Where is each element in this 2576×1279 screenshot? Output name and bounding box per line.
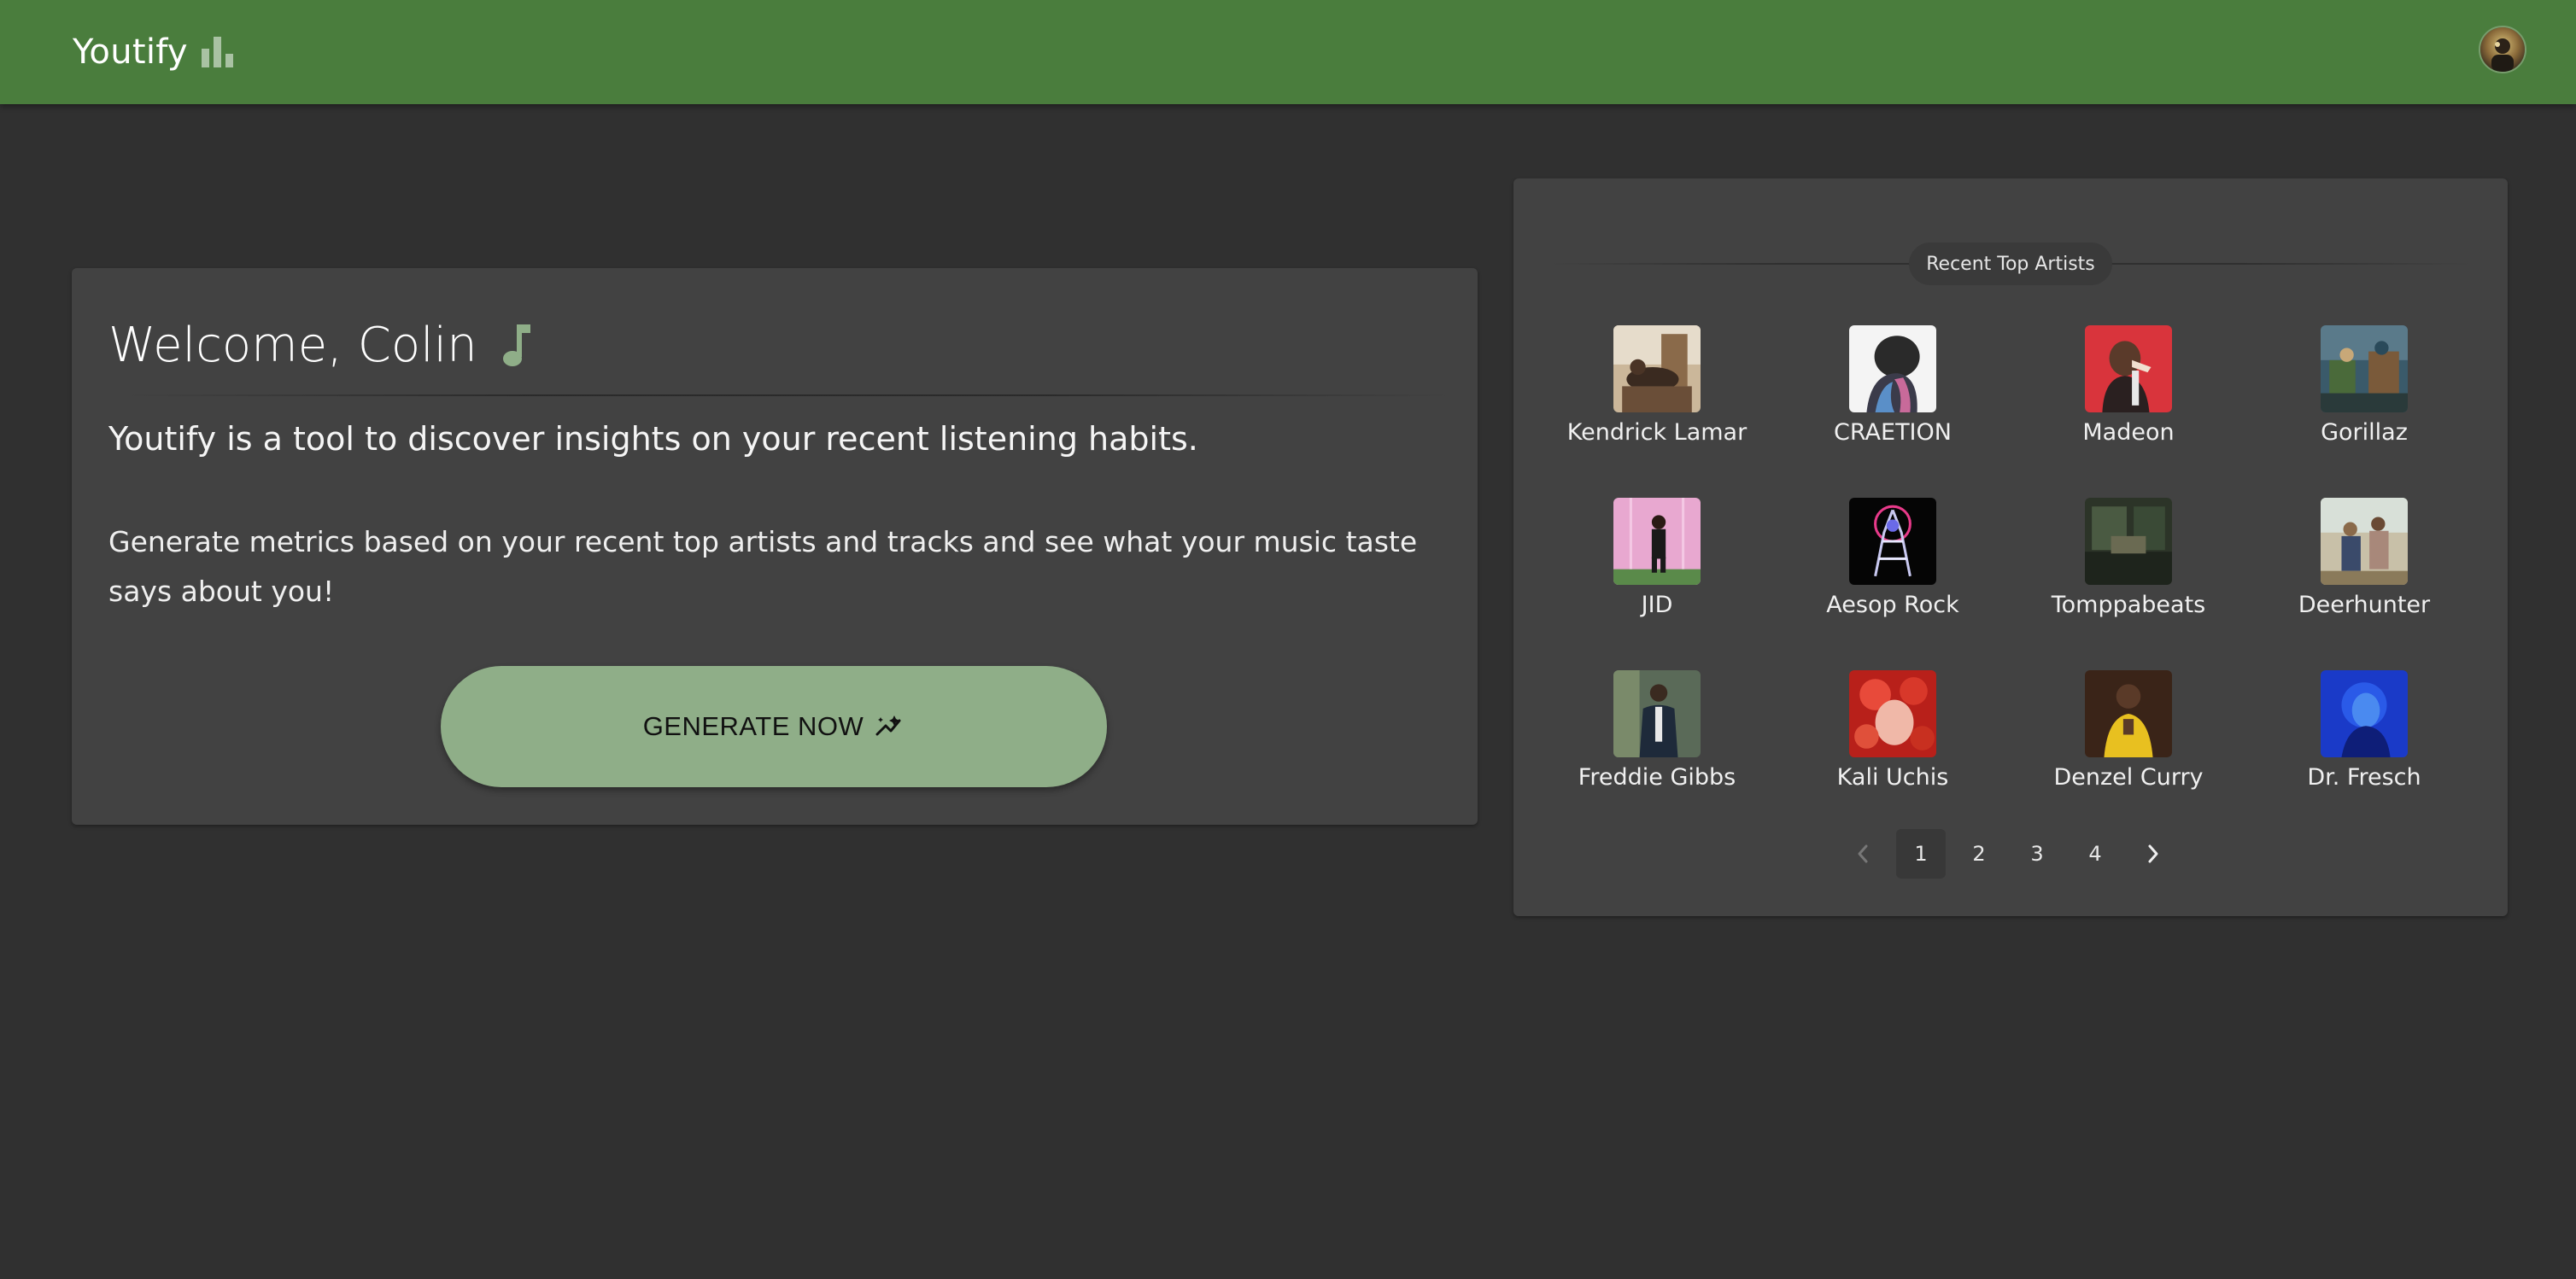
artist-item[interactable]: JID <box>1539 498 1775 670</box>
artist-grid: Kendrick Lamar CRAETION Madeon Gorillaz … <box>1539 325 2482 843</box>
music-note-icon <box>502 324 530 366</box>
next-page-button[interactable] <box>2128 829 2178 879</box>
artist-image <box>2321 325 2408 412</box>
bar-chart-icon <box>201 37 233 67</box>
chevron-right-icon <box>2148 844 2158 863</box>
artist-item[interactable]: Kali Uchis <box>1775 670 2011 843</box>
brand[interactable]: Youtify <box>73 0 234 104</box>
artist-image <box>2085 325 2172 412</box>
artist-name: Kendrick Lamar <box>1566 419 1748 446</box>
artist-name: JID <box>1641 592 1673 618</box>
chevron-left-icon <box>1858 844 1868 863</box>
artists-pagination: 1 2 3 4 <box>1838 829 2178 879</box>
generate-now-button[interactable]: GENERATE NOW <box>441 666 1107 787</box>
artist-name: Denzel Curry <box>2053 764 2204 791</box>
artist-item[interactable]: Deerhunter <box>2246 498 2482 670</box>
artist-name: Dr. Fresch <box>2307 764 2421 791</box>
recent-top-artists-heading: Recent Top Artists <box>1909 242 2112 285</box>
artist-item[interactable]: Freddie Gibbs <box>1539 670 1775 843</box>
welcome-lead: Youtify is a tool to discover insights o… <box>108 420 1198 458</box>
page-button-3[interactable]: 3 <box>2012 829 2062 879</box>
artist-image <box>1849 670 1936 757</box>
recent-top-artists-card: Recent Top Artists Kendrick Lamar CRAETI… <box>1513 178 2508 916</box>
page-button-2[interactable]: 2 <box>1954 829 2004 879</box>
page-button-4[interactable]: 4 <box>2070 829 2120 879</box>
artist-name: Kali Uchis <box>1836 764 1949 791</box>
avatar-image <box>2480 27 2525 72</box>
app-bar: Youtify <box>0 0 2576 104</box>
app-title: Youtify <box>73 32 188 72</box>
artist-name: Gorillaz <box>2321 419 2408 446</box>
artist-image <box>1849 325 1936 412</box>
generate-now-label: GENERATE NOW <box>642 711 864 741</box>
artist-image <box>2321 498 2408 585</box>
artist-name: Tomppabeats <box>2051 592 2206 618</box>
artist-image <box>2085 498 2172 585</box>
welcome-card: Welcome, Colin Youtify is a tool to disc… <box>72 268 1478 825</box>
artist-name: Freddie Gibbs <box>1578 764 1736 791</box>
artist-image <box>1613 498 1701 585</box>
artist-item[interactable]: Dr. Fresch <box>2246 670 2482 843</box>
artist-image <box>2321 670 2408 757</box>
artist-item[interactable]: Madeon <box>2011 325 2246 498</box>
artist-item[interactable]: Kendrick Lamar <box>1539 325 1775 498</box>
artist-item[interactable]: Tomppabeats <box>2011 498 2246 670</box>
artist-item[interactable]: Denzel Curry <box>2011 670 2246 843</box>
artist-image <box>1849 498 1936 585</box>
artist-name: Madeon <box>2082 419 2175 446</box>
artist-image <box>1613 325 1701 412</box>
artist-item[interactable]: CRAETION <box>1775 325 2011 498</box>
artist-name: Aesop Rock <box>1826 592 1959 618</box>
artist-name: CRAETION <box>1834 419 1952 446</box>
welcome-title: Welcome, Colin <box>108 317 477 373</box>
welcome-heading: Welcome, Colin <box>108 311 532 379</box>
user-avatar[interactable] <box>2479 26 2526 73</box>
artist-image <box>2085 670 2172 757</box>
welcome-divider <box>123 394 1454 396</box>
auto-fix-sparkle-icon <box>875 715 901 736</box>
artist-item[interactable]: Aesop Rock <box>1775 498 2011 670</box>
prev-page-button[interactable] <box>1838 829 1888 879</box>
artist-name: Deerhunter <box>2298 592 2431 618</box>
welcome-body: Generate metrics based on your recent to… <box>108 525 1418 608</box>
artist-item[interactable]: Gorillaz <box>2246 325 2482 498</box>
artist-image <box>1613 670 1701 757</box>
page-button-1[interactable]: 1 <box>1896 829 1946 879</box>
